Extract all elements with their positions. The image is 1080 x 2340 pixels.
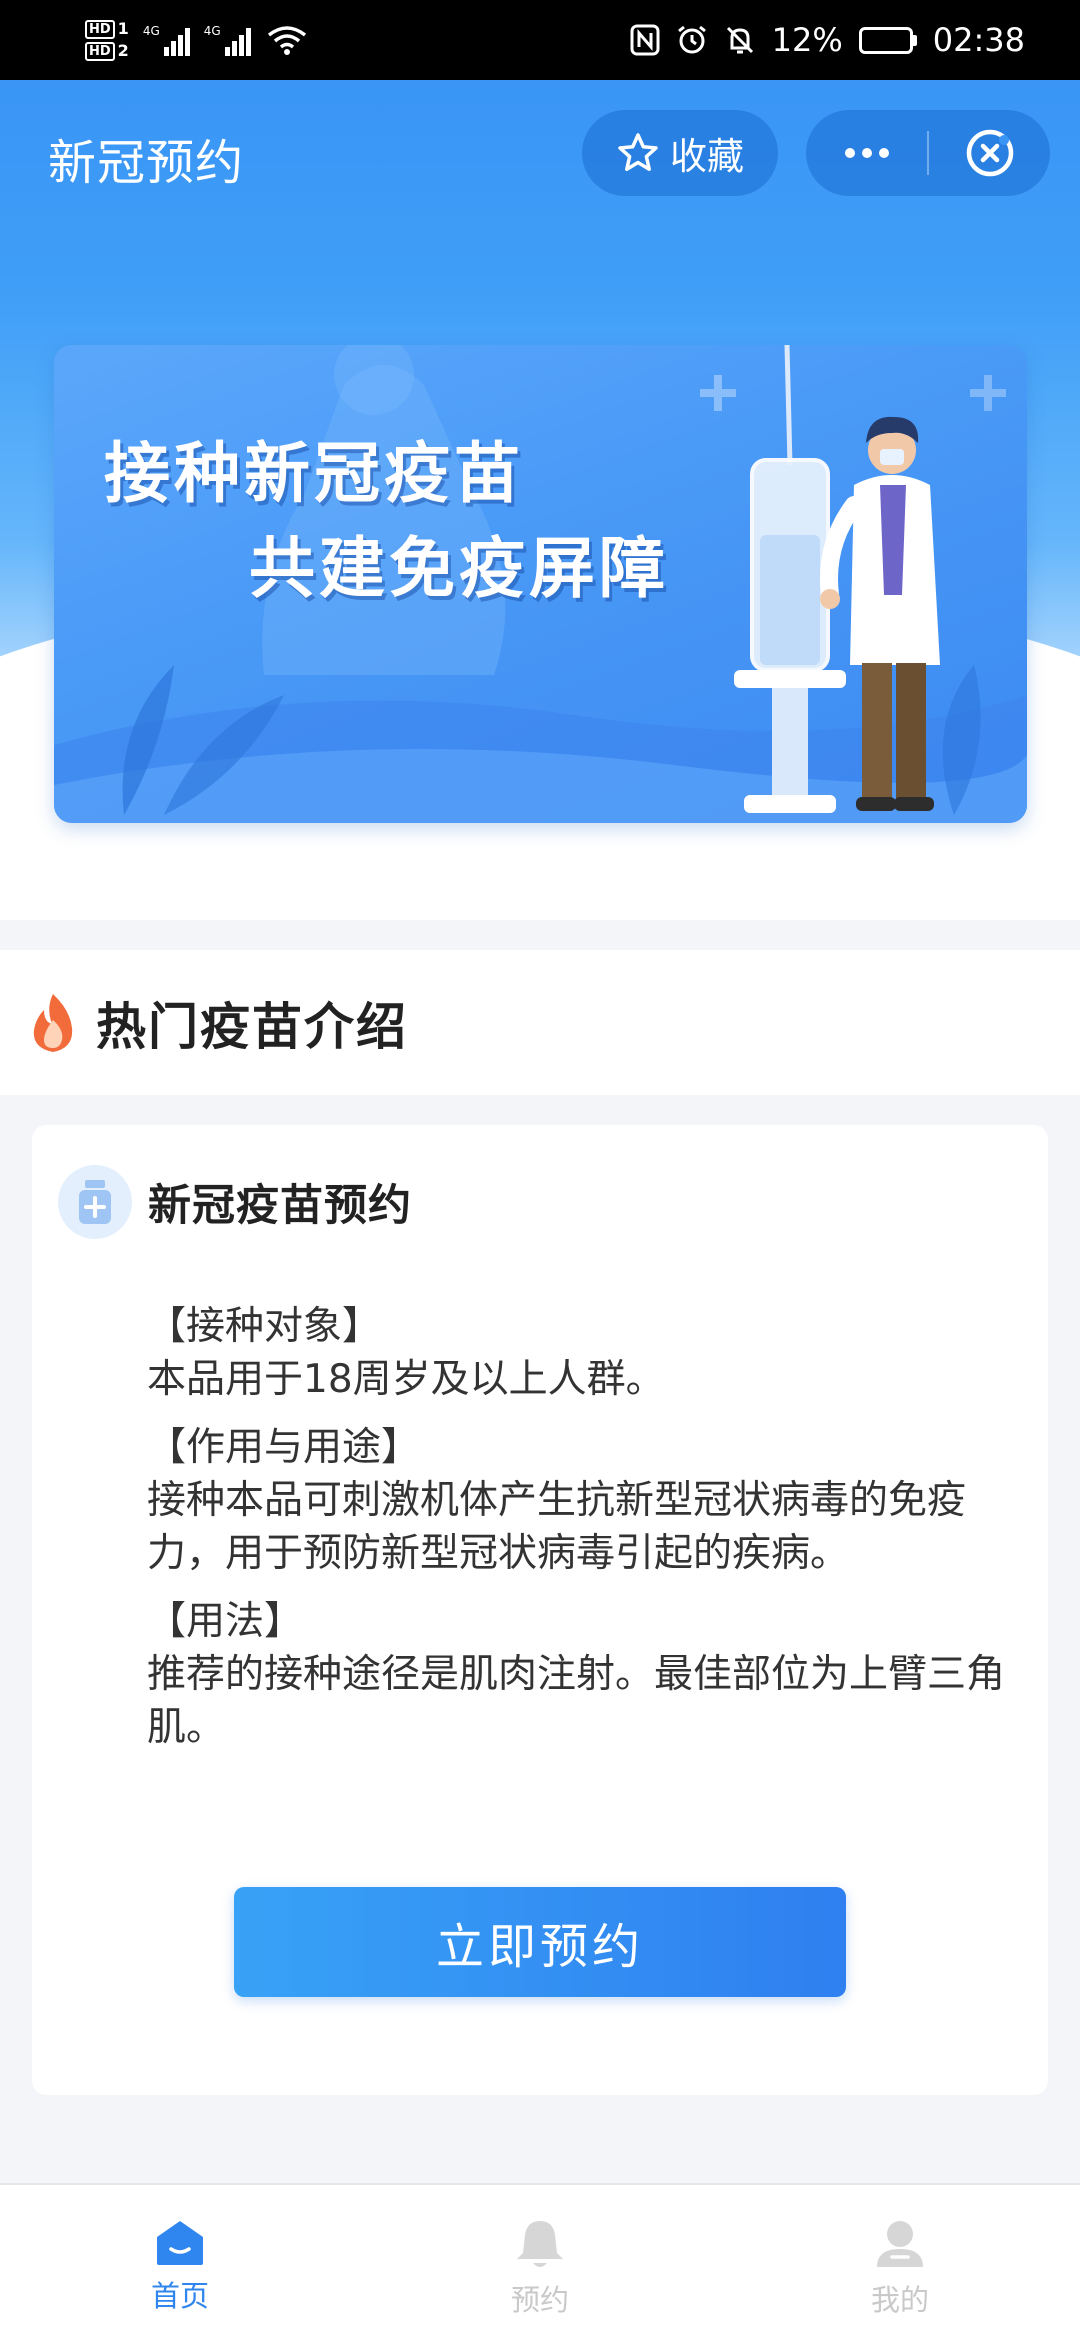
hd-badge-1: HD 1 xyxy=(85,19,129,39)
info-text: 推荐的接种途径是肌肉注射。最佳部位为上臂三角肌。 xyxy=(147,1652,1006,1750)
clock: 02:38 xyxy=(932,21,1025,59)
bell-icon xyxy=(517,2221,563,2267)
banner-headline-1: 接种新冠疫苗 xyxy=(104,435,524,512)
wifi-icon xyxy=(267,26,306,55)
vaccine-banner[interactable]: 接种新冠疫苗 共建免疫屏障 xyxy=(54,345,1027,823)
hd-badge-2: HD 2 xyxy=(85,41,129,61)
page-title: 新冠预约 xyxy=(48,135,245,191)
book-now-button[interactable]: 立即预约 xyxy=(234,1887,846,1997)
info-block-target: 【接种对象】 本品用于18周岁及以上人群。 xyxy=(147,1300,1007,1406)
info-heading: 【接种对象】 xyxy=(147,1304,382,1349)
info-block-method: 【用法】 推荐的接种途径是肌肉注射。最佳部位为上臂三角肌。 xyxy=(147,1595,1007,1754)
info-text: 接种本品可刺激机体产生抗新型冠状病毒的免疫力，用于预防新型冠状病毒引起的疾病。 xyxy=(147,1478,967,1576)
tab-profile[interactable]: 我的 xyxy=(720,2185,1080,2340)
signal-icon-2: 4G xyxy=(204,24,251,56)
more-icon xyxy=(844,148,889,158)
close-icon xyxy=(966,129,1013,177)
tab-home[interactable]: 首页 xyxy=(0,2185,360,2340)
status-bar: HD 1 HD 2 4G 4G 12% 02:38 xyxy=(0,0,1080,80)
alarm-icon xyxy=(677,25,706,54)
favorite-button[interactable]: 收藏 xyxy=(582,110,778,196)
banner-headline-2: 共建免疫屏障 xyxy=(249,530,669,607)
battery-percent: 12% xyxy=(771,21,843,59)
close-button[interactable] xyxy=(929,110,1050,196)
user-icon xyxy=(877,2221,923,2267)
info-text: 本品用于18周岁及以上人群。 xyxy=(147,1357,665,1402)
bottom-tab-bar: 首页 预约 我的 xyxy=(0,2183,1080,2340)
vaccine-bottle-icon xyxy=(58,1165,132,1239)
card-title: 新冠疫苗预约 xyxy=(148,1181,412,1231)
fire-icon xyxy=(33,993,73,1052)
favorite-label: 收藏 xyxy=(670,135,744,178)
more-button[interactable] xyxy=(806,110,927,196)
home-icon xyxy=(157,2221,203,2265)
info-heading: 【用法】 xyxy=(147,1599,304,1644)
signal-icon: 4G xyxy=(143,24,190,56)
tab-label: 我的 xyxy=(870,2283,929,2317)
mute-icon xyxy=(726,26,753,54)
battery-icon xyxy=(858,26,917,54)
section-title: 热门疫苗介绍 xyxy=(96,997,408,1056)
nfc-icon xyxy=(630,24,660,56)
tab-booking[interactable]: 预约 xyxy=(360,2185,720,2340)
star-icon xyxy=(618,133,658,171)
mini-program-capsule xyxy=(806,110,1050,196)
section-header: 热门疫苗介绍 xyxy=(0,950,1080,1095)
vaccine-info: 【接种对象】 本品用于18周岁及以上人群。 【作用与用途】 接种本品可刺激机体产… xyxy=(147,1300,1007,1769)
info-heading: 【作用与用途】 xyxy=(147,1425,421,1470)
info-block-usage: 【作用与用途】 接种本品可刺激机体产生抗新型冠状病毒的免疫力，用于预防新型冠状病… xyxy=(147,1421,1007,1580)
tab-label: 预约 xyxy=(510,2283,569,2317)
vaccine-card: 新冠疫苗预约 【接种对象】 本品用于18周岁及以上人群。 【作用与用途】 接种本… xyxy=(32,1125,1048,2095)
tab-label: 首页 xyxy=(150,2279,209,2313)
